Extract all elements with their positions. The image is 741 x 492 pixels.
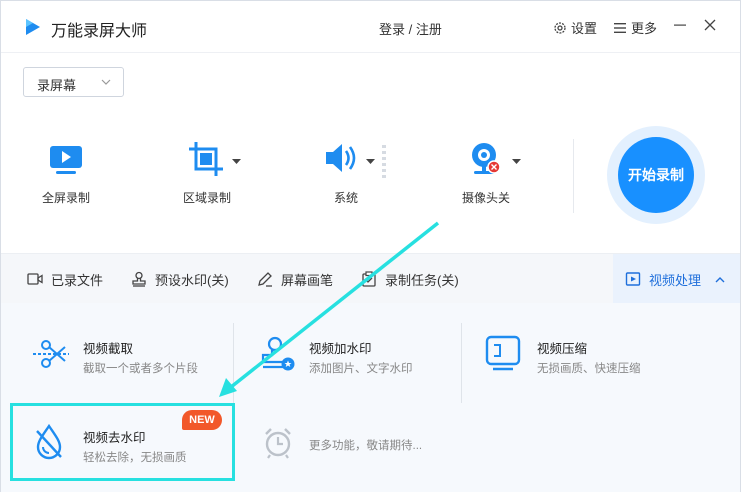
nav-video-processing[interactable]: 视频处理 [613,254,740,304]
chevron-down-icon [101,79,111,85]
nav-preset-watermark-label: 预设水印(关) [155,272,229,288]
panel-divider [233,323,234,403]
video-trim-card[interactable]: 视频截取 截取一个或者多个片段 [29,331,229,381]
camera-label: 摄像头关 [462,191,511,205]
more-features-card: 更多功能，敬请期待... [259,427,459,463]
nav-screen-pen[interactable]: 屏幕画笔 [257,254,333,304]
compress-icon [485,335,521,371]
app-title: 万能录屏大师 [51,23,148,40]
panel-divider [461,323,462,403]
function-nav: 已录文件 预设水印(关) 屏幕画笔 录制任务(关) 视频处理 [1,253,740,304]
video-compress-title: 视频压缩 [537,342,588,356]
video-processing-icon [625,272,641,286]
nav-record-tasks-label: 录制任务(关) [385,272,459,288]
system-audio-label: 系统 [334,191,359,205]
close-icon[interactable] [701,16,719,34]
menu-icon [614,22,626,33]
settings-label: 设置 [571,21,598,36]
alarm-clock-icon [265,428,291,459]
video-trim-desc: 截取一个或者多个片段 [83,363,198,375]
speaker-icon [326,144,356,172]
crop-icon [189,142,223,176]
video-compress-desc: 无损画质、快速压缩 [537,363,641,375]
camera-button[interactable] [470,141,504,184]
region-record-label: 区域录制 [183,191,232,205]
pen-icon [258,272,272,287]
webcam-icon [472,143,501,174]
minimize-icon[interactable] [671,16,689,34]
mode-select[interactable]: 录屏幕 [23,67,124,97]
nav-recorded-files-label: 已录文件 [51,272,104,288]
clipboard-icon [362,271,376,287]
video-file-icon [27,273,43,285]
highlight-frame [10,403,235,481]
nav-recorded-files[interactable]: 已录文件 [27,254,103,304]
chevron-up-icon [715,276,725,282]
app-logo-icon [26,19,40,35]
fullscreen-record-icon [50,146,82,174]
more-label: 更多 [631,21,658,36]
scissors-icon [33,340,69,368]
login-register-link[interactable]: 登录 / 注册 [379,19,442,38]
nav-screen-pen-label: 屏幕画笔 [281,272,334,288]
gear-icon [554,21,566,34]
video-trim-title: 视频截取 [83,342,134,356]
start-record-button[interactable]: 开始录制 [618,137,694,213]
settings-button[interactable]: 设置 [553,18,597,37]
system-audio-button[interactable] [324,141,360,180]
audio-dropdown-icon[interactable] [366,159,375,165]
divider [573,139,574,213]
add-watermark-icon [261,336,295,371]
title-bar: 万能录屏大师 登录 / 注册 设置 更多 [1,1,740,53]
fullscreen-record-button[interactable] [49,141,83,180]
nav-preset-watermark[interactable]: 预设水印(关) [131,254,229,304]
add-watermark-title: 视频加水印 [309,342,372,356]
nav-video-processing-label: 视频处理 [649,272,702,288]
more-features-desc: 更多功能，敬请期待... [309,440,423,452]
add-watermark-card[interactable]: 视频加水印 添加图片、文字水印 [257,331,457,381]
app-window: 万能录屏大师 登录 / 注册 设置 更多 录屏幕 全屏录制 区域录制 系统 摄像… [0,0,741,492]
volume-level-icon [382,145,386,178]
camera-dropdown-icon[interactable] [512,159,521,165]
region-record-button[interactable] [188,141,224,182]
more-button[interactable]: 更多 [613,18,657,37]
mode-select-value: 录屏幕 [37,78,77,93]
region-dropdown-icon[interactable] [232,159,241,165]
stamp-icon [132,271,146,287]
nav-record-tasks[interactable]: 录制任务(关) [361,254,459,304]
fullscreen-record-label: 全屏录制 [42,191,91,205]
video-compress-card[interactable]: 视频压缩 无损画质、快速压缩 [485,331,685,381]
add-watermark-desc: 添加图片、文字水印 [309,363,413,375]
